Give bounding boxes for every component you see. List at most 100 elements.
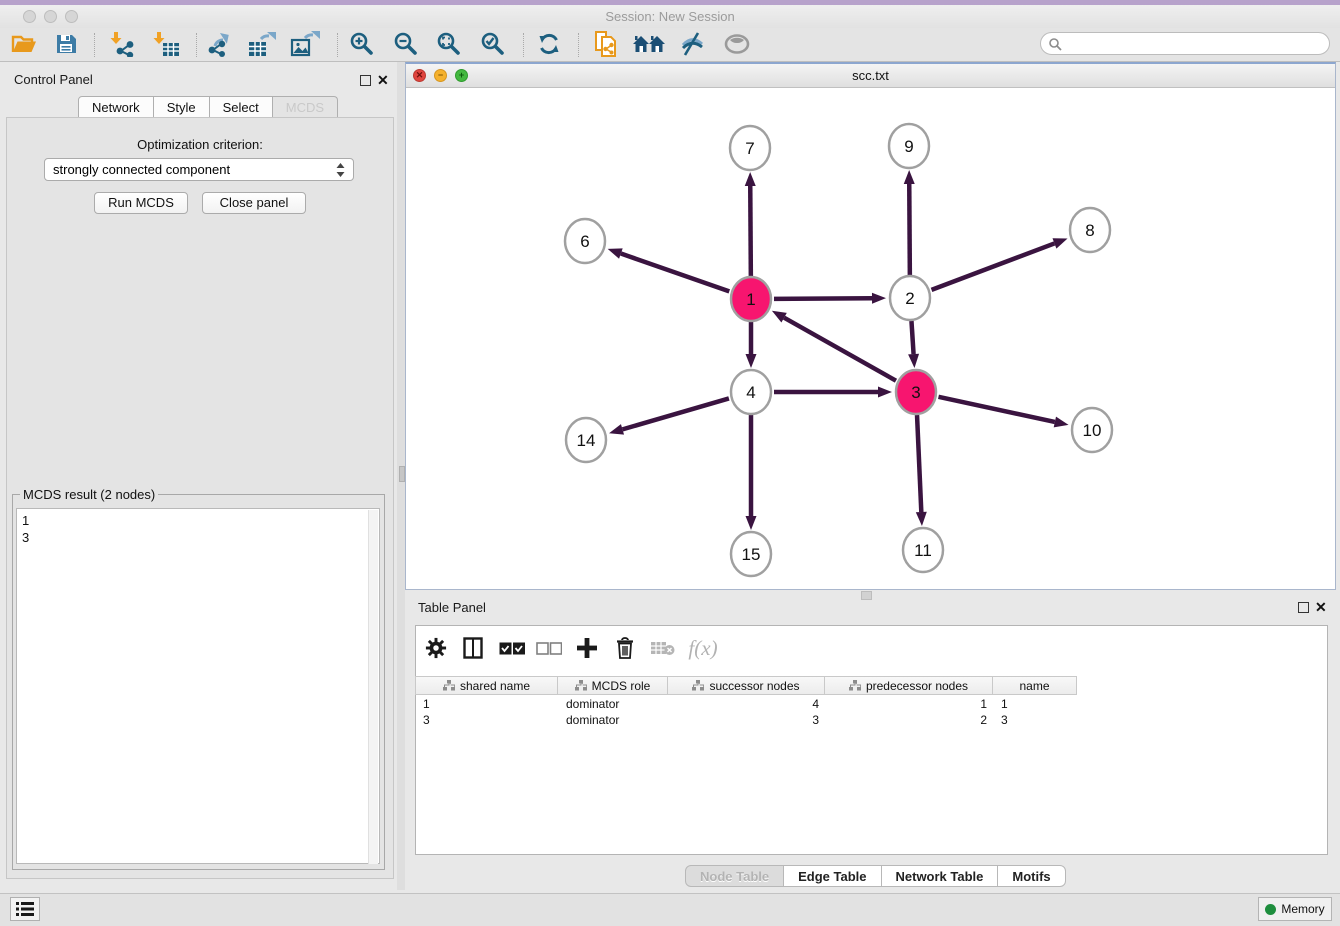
- tab-network[interactable]: Network: [78, 96, 154, 118]
- home-icon[interactable]: [631, 29, 667, 59]
- deselect-all-icon[interactable]: [534, 633, 564, 663]
- save-session-icon[interactable]: [48, 29, 84, 59]
- network-graph-canvas[interactable]: 1 2 3 4 6 7 8 9 10 11 14 15: [406, 90, 1335, 590]
- graph-edge-1-7[interactable]: [750, 186, 751, 276]
- result-scrollbar[interactable]: [368, 510, 378, 864]
- column-header-MCDS-role[interactable]: MCDS role: [558, 676, 668, 695]
- export-image-icon[interactable]: [287, 29, 323, 59]
- delete-table-icon[interactable]: [648, 633, 678, 663]
- graph-node-7[interactable]: 7: [730, 126, 770, 170]
- graph-edge-2-9[interactable]: [909, 184, 910, 275]
- refresh-view-icon[interactable]: [531, 29, 567, 59]
- show-hide-columns-icon[interactable]: [459, 633, 487, 663]
- import-network-icon[interactable]: [105, 29, 141, 59]
- tab-motifs[interactable]: Motifs: [997, 865, 1065, 887]
- search-field[interactable]: [1040, 32, 1330, 55]
- import-table-icon[interactable]: [148, 29, 184, 59]
- graph-node-10[interactable]: 10: [1072, 408, 1112, 452]
- search-input[interactable]: [1062, 36, 1316, 52]
- mcds-result-line: 1: [22, 512, 379, 529]
- graph-edge-2-3[interactable]: [911, 321, 913, 354]
- table-cell[interactable]: 3: [416, 712, 559, 728]
- graph-node-6[interactable]: 6: [565, 219, 605, 263]
- control-panel-float-icon[interactable]: [360, 75, 371, 86]
- graph-node-2[interactable]: 2: [890, 276, 930, 320]
- zoom-in-icon[interactable]: [344, 29, 380, 59]
- mcds-result-textarea[interactable]: 13: [16, 508, 380, 864]
- network-maximize-button[interactable]: +: [455, 69, 468, 82]
- table-cell[interactable]: dominator: [559, 696, 669, 712]
- table-cell[interactable]: 3: [994, 712, 1078, 728]
- table-cell[interactable]: 4: [669, 696, 826, 712]
- graph-edge-1-6[interactable]: [621, 254, 729, 292]
- function-builder-icon[interactable]: f(x): [684, 633, 722, 663]
- toolbar-divider: [94, 33, 95, 57]
- zoom-out-icon[interactable]: [388, 29, 424, 59]
- graph-node-9[interactable]: 9: [889, 124, 929, 168]
- table-cell[interactable]: 1: [826, 696, 994, 712]
- graph-node-8[interactable]: 8: [1070, 208, 1110, 252]
- network-minimize-button[interactable]: −: [434, 69, 447, 82]
- toggle-graphics-details-icon[interactable]: [674, 29, 710, 59]
- tab-style[interactable]: Style: [153, 96, 210, 118]
- duplicate-network-icon[interactable]: [588, 29, 624, 59]
- tab-select[interactable]: Select: [209, 96, 273, 118]
- show-hide-eye-icon[interactable]: [719, 29, 755, 59]
- graph-edge-3-1[interactable]: [784, 318, 896, 381]
- tab-node-table[interactable]: Node Table: [685, 865, 784, 887]
- window-zoom-button[interactable]: [65, 10, 78, 23]
- table-cell[interactable]: 2: [826, 712, 994, 728]
- column-header-predecessor-nodes[interactable]: predecessor nodes: [825, 676, 993, 695]
- graph-edge-1-2[interactable]: [774, 298, 872, 299]
- table-cell[interactable]: 1: [416, 696, 559, 712]
- close-panel-button[interactable]: Close panel: [202, 192, 306, 214]
- open-session-icon[interactable]: [6, 29, 42, 59]
- table-row[interactable]: 1dominator411: [416, 696, 1327, 712]
- zoom-selected-icon[interactable]: [475, 29, 511, 59]
- table-cell[interactable]: 1: [994, 696, 1078, 712]
- window-minimize-button[interactable]: [44, 10, 57, 23]
- table-row[interactable]: 3dominator323: [416, 712, 1327, 728]
- column-header-name[interactable]: name: [993, 676, 1077, 695]
- select-all-icon[interactable]: [497, 633, 527, 663]
- column-header-shared-name[interactable]: shared name: [415, 676, 558, 695]
- horizontal-splitter-handle[interactable]: [861, 591, 872, 600]
- settings-gear-icon[interactable]: [423, 633, 449, 663]
- control-panel-close-icon[interactable]: ✕: [377, 75, 389, 86]
- tab-network-table[interactable]: Network Table: [881, 865, 999, 887]
- table-cell[interactable]: 3: [669, 712, 826, 728]
- task-history-button[interactable]: [10, 897, 40, 921]
- graph-node-4[interactable]: 4: [731, 370, 771, 414]
- graph-edge-3-11[interactable]: [917, 415, 921, 512]
- table-panel-tabs: Node TableEdge TableNetwork TableMotifs: [685, 865, 1066, 887]
- add-row-icon[interactable]: [572, 633, 602, 663]
- run-mcds-button[interactable]: Run MCDS: [94, 192, 188, 214]
- tab-edge-table[interactable]: Edge Table: [783, 865, 881, 887]
- optimization-criterion-label: Optimization criterion:: [0, 137, 400, 152]
- graph-arrowhead-1-7: [745, 172, 756, 186]
- column-header-successor-nodes[interactable]: successor nodes: [668, 676, 825, 695]
- table-panel-float-icon[interactable]: [1298, 602, 1309, 613]
- graph-edge-3-10[interactable]: [938, 397, 1054, 422]
- graph-node-1[interactable]: 1: [731, 277, 771, 321]
- graph-node-14[interactable]: 14: [566, 418, 606, 462]
- zoom-fit-icon[interactable]: [431, 29, 467, 59]
- tab-mcds[interactable]: MCDS: [272, 96, 338, 118]
- graph-node-15[interactable]: 15: [731, 532, 771, 576]
- network-window-titlebar[interactable]: ✕ − + scc.txt: [406, 64, 1335, 88]
- graph-node-3[interactable]: 3: [896, 370, 936, 414]
- table-panel-close-icon[interactable]: ✕: [1315, 602, 1327, 613]
- criterion-dropdown[interactable]: strongly connected component: [44, 158, 354, 181]
- export-network-icon[interactable]: [202, 29, 238, 59]
- memory-button[interactable]: Memory: [1258, 897, 1332, 921]
- network-close-button[interactable]: ✕: [413, 69, 426, 82]
- table-cell[interactable]: dominator: [559, 712, 669, 728]
- control-panel-tabs: NetworkStyleSelectMCDS: [78, 96, 338, 118]
- graph-edge-4-14[interactable]: [622, 398, 728, 429]
- delete-rows-trash-icon[interactable]: [611, 633, 639, 663]
- graph-edge-2-8[interactable]: [932, 243, 1055, 289]
- export-table-icon[interactable]: [244, 29, 280, 59]
- graph-node-11[interactable]: 11: [903, 528, 943, 572]
- window-close-button[interactable]: [23, 10, 36, 23]
- column-type-icon: [443, 680, 455, 691]
